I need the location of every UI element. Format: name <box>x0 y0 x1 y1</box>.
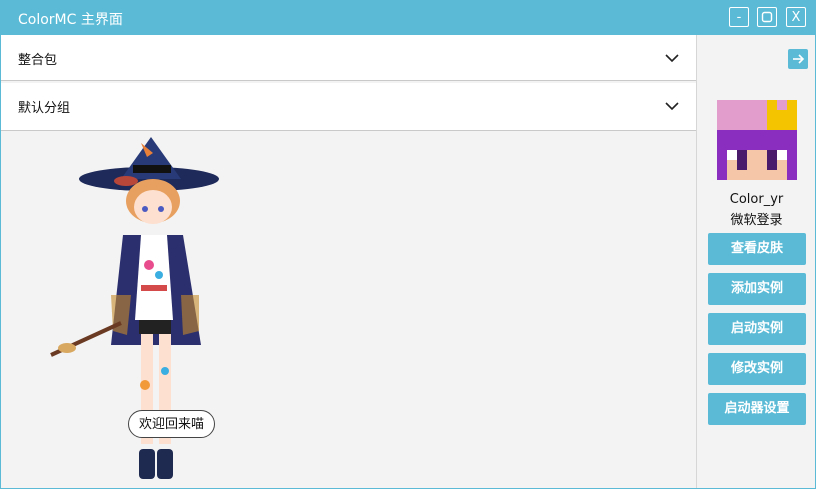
welcome-bubble: 欢迎回来喵 <box>128 410 215 438</box>
user-side-panel: Color_yr 微软登录 查看皮肤 添加实例 启动实例 修改实例 启动器设置 <box>696 35 815 488</box>
launch-instance-button[interactable]: 启动实例 <box>708 313 806 345</box>
group-label: 整合包 <box>18 53 58 68</box>
chevron-down-icon <box>665 54 679 63</box>
window-title: ColorMC 主界面 <box>18 12 123 28</box>
maximize-button[interactable] <box>757 7 777 27</box>
minimize-button[interactable]: - <box>729 7 749 27</box>
edit-instance-button[interactable]: 修改实例 <box>708 353 806 385</box>
maximize-icon <box>761 11 773 23</box>
view-skin-button[interactable]: 查看皮肤 <box>708 233 806 265</box>
launcher-settings-button[interactable]: 启动器设置 <box>708 393 806 425</box>
add-instance-button[interactable]: 添加实例 <box>708 273 806 305</box>
title-bar[interactable]: ColorMC 主界面 - X <box>1 1 815 35</box>
group-label: 默认分组 <box>18 101 71 116</box>
login-type: 微软登录 <box>730 213 783 228</box>
group-dropdown-default[interactable]: 默认分组 <box>1 83 696 131</box>
collapse-panel-button[interactable] <box>788 49 808 69</box>
skin-head-avatar <box>717 100 797 180</box>
group-dropdown-modpack[interactable]: 整合包 <box>1 35 696 81</box>
arrow-right-icon <box>793 54 805 64</box>
chevron-down-icon <box>665 102 679 111</box>
username: Color_yr <box>729 192 784 207</box>
close-button[interactable]: X <box>786 7 806 27</box>
app-window: ColorMC 主界面 - X 整合包 默认分组 欢迎回来喵 Color_yr … <box>0 0 816 489</box>
